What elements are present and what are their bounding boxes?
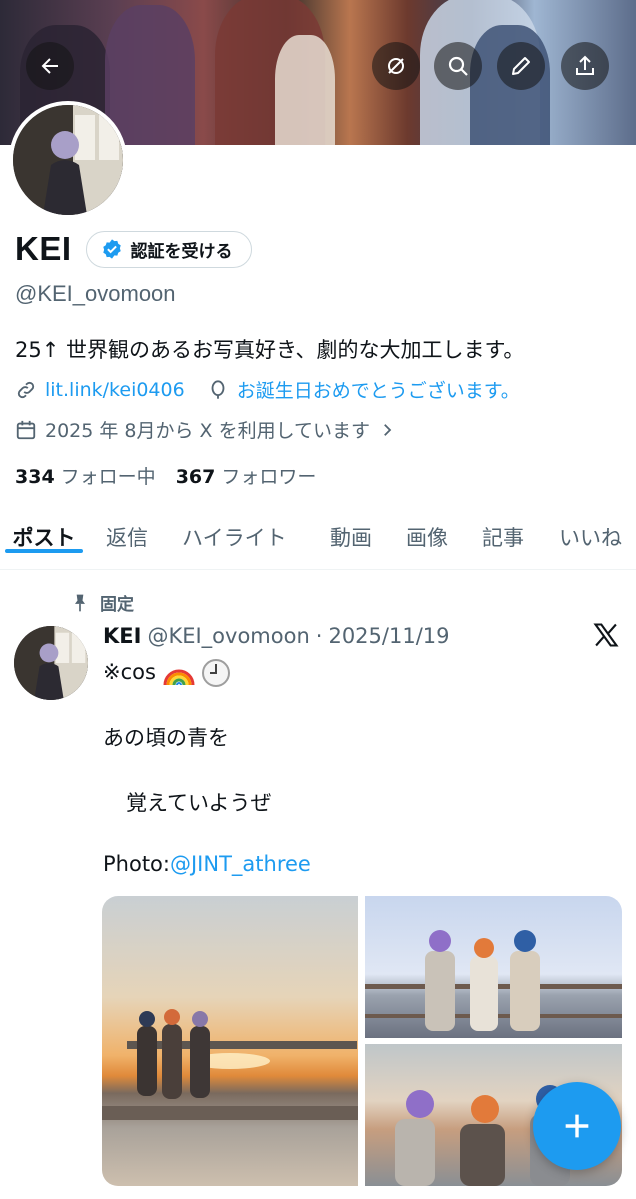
banner-figure xyxy=(275,35,335,145)
photo-credit-mention[interactable]: @JINT_athree xyxy=(170,852,311,876)
search-icon xyxy=(448,56,468,76)
chevron-right-icon xyxy=(384,423,392,436)
following-stat[interactable]: 334 フォロー中 xyxy=(15,462,156,489)
balloon-icon xyxy=(211,379,225,399)
profile-bio: 25↑ 世界観のあるお写真好き、劇的な大加工します。 xyxy=(15,338,525,362)
get-verified-button[interactable]: 認証を受ける xyxy=(85,230,252,268)
tab-likes-label: いいね xyxy=(559,526,622,550)
post-author-name[interactable]: KEI xyxy=(103,624,141,648)
tab-posts[interactable]: ポスト xyxy=(5,510,83,553)
plus-icon xyxy=(565,1114,589,1138)
tab-videos[interactable]: 動画 xyxy=(330,510,372,552)
joined-text: 2025 年 8月から X を利用しています xyxy=(45,420,371,442)
edit-button[interactable] xyxy=(497,42,545,90)
photo-figures xyxy=(102,1009,358,1120)
followers-label: フォロワー xyxy=(221,466,317,488)
follow-stats: 334 フォロー中 367 フォロワー xyxy=(15,462,316,489)
grok-icon xyxy=(388,58,404,74)
tab-photos[interactable]: 画像 xyxy=(406,510,448,552)
profile-avatar[interactable] xyxy=(9,101,127,219)
tab-replies-label: 返信 xyxy=(106,526,148,550)
tab-highlights-label: ハイライト xyxy=(182,526,287,550)
post-header: KEI @KEI_ovomoon · 2025/11/19 xyxy=(103,624,450,648)
profile-meta-row: lit.link/kei0406 お誕生日おめでとうございます。 xyxy=(15,376,520,403)
post-line-1: ※cos xyxy=(103,658,231,688)
post-cos-text: ※cos xyxy=(103,660,156,684)
photo-prefix: Photo: xyxy=(103,852,170,876)
tab-highlights[interactable]: ハイライト xyxy=(182,510,287,552)
x-logo-icon xyxy=(593,623,619,647)
post-line-3: 覚えていようぜ xyxy=(126,791,272,815)
back-button[interactable] xyxy=(26,42,74,90)
pin-icon xyxy=(75,594,85,611)
avatar-image xyxy=(14,626,88,700)
tab-photos-label: 画像 xyxy=(406,526,448,550)
tab-articles[interactable]: 記事 xyxy=(482,510,524,552)
following-label: フォロー中 xyxy=(60,466,156,488)
compose-button[interactable] xyxy=(533,1082,621,1170)
birthday-link[interactable]: お誕生日おめでとうございます。 xyxy=(237,376,520,403)
share-icon xyxy=(576,55,594,75)
share-button[interactable] xyxy=(561,42,609,90)
banner-figure xyxy=(105,5,195,145)
followers-count: 367 xyxy=(175,466,216,488)
verified-badge-icon xyxy=(102,239,121,259)
profile-link[interactable]: lit.link/kei0406 xyxy=(45,379,185,401)
photo-figures xyxy=(365,930,622,1031)
clock-icon xyxy=(202,659,231,687)
tab-videos-label: 動画 xyxy=(330,526,372,550)
post-image-2[interactable] xyxy=(365,896,622,1038)
display-name: KEI xyxy=(15,230,72,267)
avatar-image xyxy=(13,105,123,215)
followers-stat[interactable]: 367 フォロワー xyxy=(176,462,317,489)
post-image-1[interactable] xyxy=(102,896,358,1186)
active-tab-indicator xyxy=(5,549,83,553)
post-author-avatar[interactable] xyxy=(14,626,88,700)
pinned-indicator: 固定 xyxy=(70,590,134,615)
tab-replies[interactable]: 返信 xyxy=(106,510,148,552)
link-icon xyxy=(17,381,35,398)
post-line-2: あの頃の青を xyxy=(103,726,229,750)
profile-tabs: ポスト 返信 ハイライト 動画 画像 記事 いいね xyxy=(0,510,636,570)
profile-handle: @KEI_ovomoon xyxy=(15,281,176,306)
pinned-label: 固定 xyxy=(100,595,134,615)
arrow-left-icon xyxy=(41,58,58,74)
search-button[interactable] xyxy=(434,42,482,90)
post-date[interactable]: 2025/11/19 xyxy=(328,624,449,648)
tab-articles-label: 記事 xyxy=(482,526,524,550)
get-verified-label: 認証を受ける xyxy=(130,241,233,262)
post-author-handle[interactable]: @KEI_ovomoon xyxy=(147,624,309,648)
post-separator: · xyxy=(315,624,323,648)
calendar-icon xyxy=(16,420,36,439)
edit-icon xyxy=(512,57,530,75)
rainbow-icon xyxy=(163,669,195,686)
grok-button[interactable] xyxy=(372,42,420,90)
following-count: 334 xyxy=(15,466,55,488)
tab-likes[interactable]: いいね xyxy=(559,510,622,552)
name-row: KEI 認証を受ける xyxy=(15,230,252,268)
post-photo-credit: Photo:@JINT_athree xyxy=(103,852,311,876)
tab-posts-label: ポスト xyxy=(12,526,76,550)
joined-row[interactable]: 2025 年 8月から X を利用しています xyxy=(15,416,396,443)
